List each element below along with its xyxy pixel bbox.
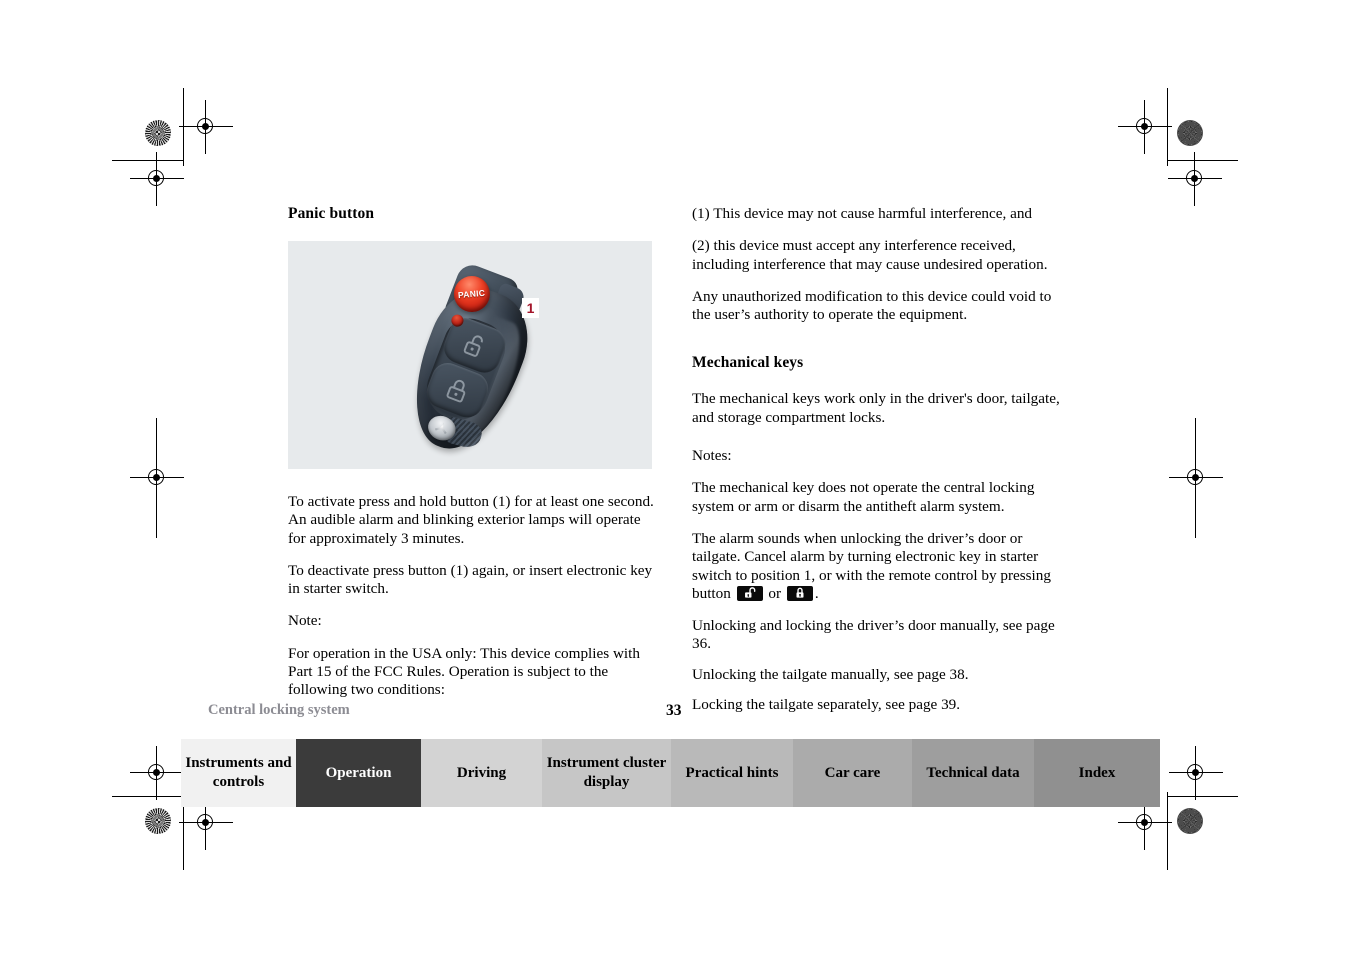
unlock-glyph-icon	[458, 329, 492, 363]
unauthorized-modification-paragraph: Any unauthorized modification to this de…	[692, 287, 1052, 324]
trim-line-top-right-horizontal	[1168, 160, 1238, 161]
mechanical-keys-heading: Mechanical keys	[692, 354, 804, 372]
tailgate-manual-reference: Unlocking the tailgate manually, see pag…	[692, 665, 969, 683]
fcc-condition-2: (2) this device must accept any interfer…	[692, 237, 1048, 273]
panic-button-heading: Panic button	[288, 205, 375, 222]
lock-glyph-icon	[441, 373, 475, 407]
registration-mark-mid-left	[130, 451, 184, 505]
tab-car-care[interactable]: Car care	[793, 739, 912, 807]
registration-mark-bottom-right-upper	[1169, 746, 1223, 800]
registration-mark-top-right-lower	[1168, 152, 1222, 206]
halftone-target-top-right	[1177, 120, 1203, 146]
tab-label: Operation	[325, 764, 392, 781]
trim-line-top-left-vertical	[183, 88, 184, 166]
tab-label: Index	[1078, 764, 1116, 781]
door-manual-reference: Unlocking and locking the driver’s door …	[692, 617, 1055, 653]
notes-label: Notes:	[692, 447, 732, 465]
trim-line-bottom-left-horizontal	[112, 796, 184, 797]
registration-mark-top-right-upper	[1118, 100, 1172, 154]
tab-label: Car care	[824, 764, 881, 781]
halftone-target-bottom-right	[1177, 808, 1203, 834]
trim-line-top-left-horizontal	[112, 160, 184, 161]
tab-label: Instruments and controls	[185, 755, 292, 790]
tab-label: Technical data	[926, 764, 1020, 781]
mechanical-key-limitation-paragraph: The mechanical key does not operate the …	[692, 479, 1035, 515]
page-number: 33	[666, 702, 682, 719]
fcc-condition-1: (1) This device may not cause harmful in…	[692, 205, 1033, 222]
smartkey-figure: PANIC 1	[288, 241, 652, 469]
tab-label: Driving	[456, 764, 507, 781]
registration-mark-top-left-lower	[130, 152, 184, 206]
fcc-note-paragraph: For operation in the USA only: This devi…	[288, 644, 640, 699]
registration-mark-bottom-left-upper	[130, 746, 184, 800]
alarm-cancel-paragraph: The alarm sounds when unlocking the driv…	[692, 530, 1060, 603]
alarm-cancel-text-between: or	[768, 584, 782, 602]
halftone-target-top-left	[145, 120, 171, 146]
tab-index[interactable]: Index	[1034, 739, 1160, 807]
unlock-icon	[736, 585, 763, 601]
tab-practical-hints[interactable]: Practical hints	[671, 739, 793, 807]
tab-label: Instrument cluster display	[546, 755, 667, 790]
deactivate-paragraph: To deactivate press button (1) again, or…	[288, 561, 653, 598]
right-column: (1) This device may not cause harmful in…	[692, 205, 1060, 726]
mechanical-keys-paragraph: The mechanical keys work only in the dri…	[692, 390, 1060, 426]
smartkey-fob: PANIC	[385, 256, 551, 465]
registration-mark-top-left-upper	[179, 100, 233, 154]
tab-technical-data[interactable]: Technical data	[912, 739, 1034, 807]
left-column: Panic button PANIC 1 To activate press a…	[288, 205, 656, 714]
smartkey-illustration: PANIC 1	[384, 260, 559, 464]
halftone-target-bottom-left	[145, 808, 171, 834]
tab-driving[interactable]: Driving	[421, 739, 542, 807]
page-footer: Central locking system 33	[208, 702, 1072, 724]
registration-mark-bottom-right-lower	[1118, 796, 1172, 850]
registration-mark-mid-right	[1169, 451, 1223, 505]
alarm-cancel-text-after: .	[814, 584, 819, 602]
tab-label: Practical hints	[685, 764, 779, 781]
lock-icon	[786, 585, 813, 601]
registration-mark-bottom-left-lower	[179, 796, 233, 850]
footer-section-title: Central locking system	[208, 702, 350, 718]
section-tab-bar: Instruments and controls Operation Driving…	[181, 739, 1182, 807]
tab-instrument-cluster-display[interactable]: Instrument cluster display	[542, 739, 671, 807]
panic-button-text: PANIC	[457, 287, 486, 301]
trim-line-top-right-vertical	[1167, 88, 1168, 166]
activate-paragraph: To activate press and hold button (1) fo…	[288, 493, 654, 547]
note-label: Note:	[288, 612, 322, 630]
tab-instruments-and-controls[interactable]: Instruments and controls	[181, 739, 296, 807]
figure-callout-1: 1	[522, 298, 539, 318]
tab-operation[interactable]: Operation	[296, 739, 421, 807]
figure-callout-1-number: 1	[526, 300, 535, 316]
